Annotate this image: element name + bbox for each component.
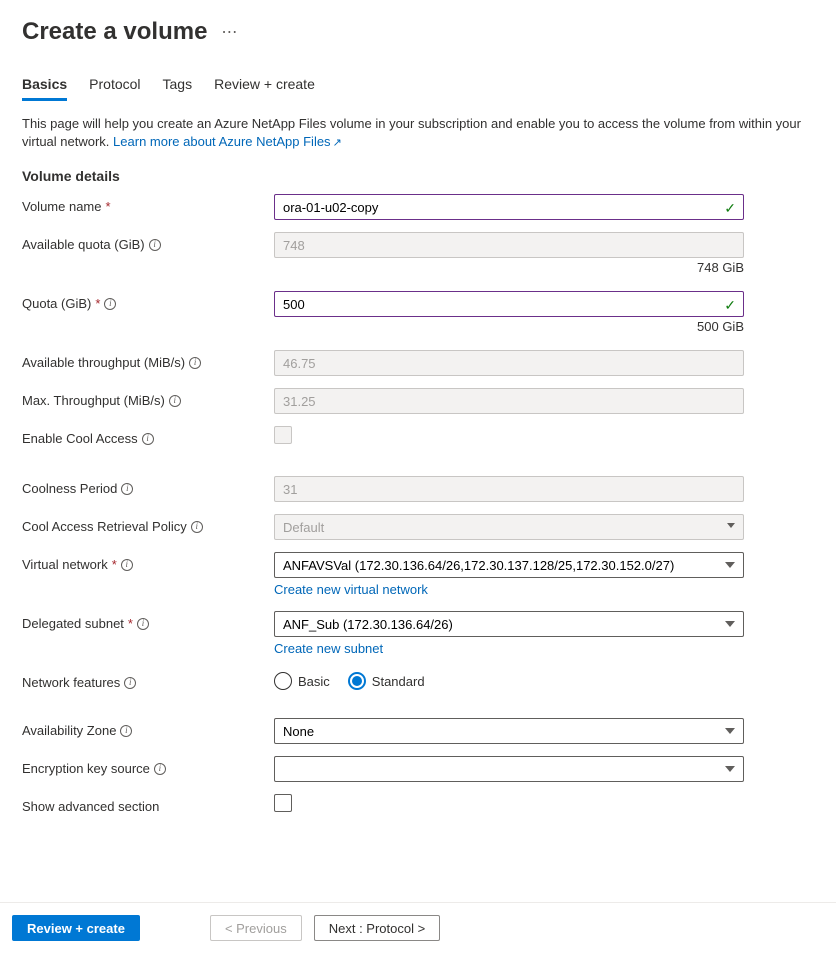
- availability-zone-select[interactable]: [274, 718, 744, 744]
- info-icon[interactable]: i: [149, 239, 161, 251]
- info-icon[interactable]: i: [154, 763, 166, 775]
- cool-access-retrieval-select: [274, 514, 744, 540]
- max-throughput-input: [274, 388, 744, 414]
- info-icon[interactable]: i: [121, 559, 133, 571]
- encryption-key-source-select[interactable]: [274, 756, 744, 782]
- intro-text: This page will help you create an Azure …: [22, 115, 814, 152]
- tab-basics[interactable]: Basics: [22, 70, 67, 101]
- label-volume-name: Volume name: [22, 199, 102, 214]
- info-icon[interactable]: i: [169, 395, 181, 407]
- show-advanced-checkbox[interactable]: [274, 794, 292, 812]
- external-link-icon: ↗: [333, 137, 342, 149]
- quota-input[interactable]: [274, 291, 744, 317]
- radio-icon: [348, 672, 366, 690]
- page-title: Create a volume: [22, 18, 207, 46]
- required-icon: *: [112, 557, 117, 572]
- network-features-standard-radio[interactable]: Standard: [348, 672, 425, 690]
- available-quota-hint: 748 GiB: [274, 260, 744, 275]
- info-icon[interactable]: i: [104, 298, 116, 310]
- tab-review-create[interactable]: Review + create: [214, 70, 315, 101]
- previous-button: < Previous: [210, 915, 302, 941]
- label-enable-cool-access: Enable Cool Access: [22, 431, 138, 446]
- label-availability-zone: Availability Zone: [22, 723, 116, 738]
- more-icon[interactable]: ⋯: [221, 22, 238, 42]
- section-volume-details: Volume details: [22, 168, 814, 184]
- available-quota-input: [274, 232, 744, 258]
- label-delegated-subnet: Delegated subnet: [22, 616, 124, 631]
- availability-zone-value: [274, 718, 744, 744]
- label-show-advanced: Show advanced section: [22, 799, 159, 814]
- create-subnet-link[interactable]: Create new subnet: [274, 641, 383, 656]
- info-icon[interactable]: i: [191, 521, 203, 533]
- chevron-down-icon: [725, 562, 735, 568]
- virtual-network-value: [274, 552, 744, 578]
- label-network-features: Network features: [22, 675, 120, 690]
- available-throughput-input: [274, 350, 744, 376]
- label-available-throughput: Available throughput (MiB/s): [22, 355, 185, 370]
- coolness-period-input: [274, 476, 744, 502]
- learn-more-link[interactable]: Learn more about Azure NetApp Files: [113, 134, 331, 149]
- radio-label-basic: Basic: [298, 674, 330, 689]
- tabs: Basics Protocol Tags Review + create: [22, 70, 814, 101]
- delegated-subnet-value: [274, 611, 744, 637]
- label-coolness-period: Coolness Period: [22, 481, 117, 496]
- tab-protocol[interactable]: Protocol: [89, 70, 140, 101]
- create-vnet-link[interactable]: Create new virtual network: [274, 582, 428, 597]
- tab-tags[interactable]: Tags: [163, 70, 193, 101]
- label-max-throughput: Max. Throughput (MiB/s): [22, 393, 165, 408]
- required-icon: *: [128, 616, 133, 631]
- chevron-down-icon: [725, 766, 735, 772]
- chevron-down-icon: [725, 621, 735, 627]
- label-quota: Quota (GiB): [22, 296, 91, 311]
- info-icon[interactable]: i: [124, 677, 136, 689]
- virtual-network-select[interactable]: [274, 552, 744, 578]
- info-icon[interactable]: i: [189, 357, 201, 369]
- info-icon[interactable]: i: [137, 618, 149, 630]
- delegated-subnet-select[interactable]: [274, 611, 744, 637]
- network-features-basic-radio[interactable]: Basic: [274, 672, 330, 690]
- label-available-quota: Available quota (GiB): [22, 237, 145, 252]
- review-create-button[interactable]: Review + create: [12, 915, 140, 941]
- label-virtual-network: Virtual network: [22, 557, 108, 572]
- info-icon[interactable]: i: [120, 725, 132, 737]
- info-icon[interactable]: i: [142, 433, 154, 445]
- radio-label-standard: Standard: [372, 674, 425, 689]
- chevron-down-icon: [725, 728, 735, 734]
- label-encryption-key-source: Encryption key source: [22, 761, 150, 776]
- quota-hint: 500 GiB: [274, 319, 744, 334]
- volume-name-input[interactable]: [274, 194, 744, 220]
- enable-cool-access-checkbox: [274, 426, 292, 444]
- next-button[interactable]: Next : Protocol >: [314, 915, 440, 941]
- required-icon: *: [95, 296, 100, 311]
- radio-icon: [274, 672, 292, 690]
- info-icon[interactable]: i: [121, 483, 133, 495]
- required-icon: *: [106, 199, 111, 214]
- label-cool-access-retrieval: Cool Access Retrieval Policy: [22, 519, 187, 534]
- encryption-key-source-value: [274, 756, 744, 782]
